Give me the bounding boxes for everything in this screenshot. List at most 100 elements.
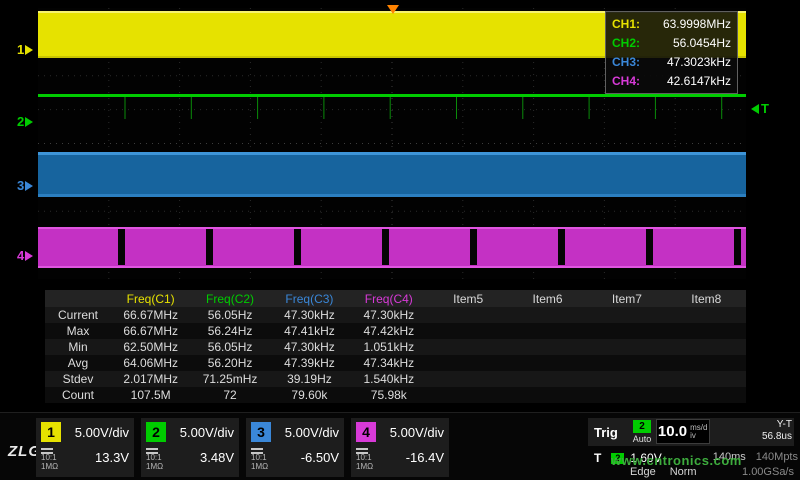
watermark: www.cntronics.com — [611, 453, 742, 468]
trigger-sweep-label: Auto — [630, 434, 654, 444]
probe-ratio: 10:1 — [146, 453, 163, 462]
channel-1-position-marker[interactable]: 1 — [17, 42, 33, 57]
channel-detail-row: 10:11MΩ -6.50V — [251, 443, 339, 471]
overlay-frequency-value: 56.0454Hz — [673, 36, 731, 50]
measurement-cell — [508, 387, 587, 403]
channel-3-position-marker[interactable]: 3 — [17, 178, 33, 193]
t-label: T — [594, 451, 601, 465]
measurement-cell: 79.60k — [270, 387, 349, 403]
column-header-item7[interactable]: Item7 — [587, 290, 666, 307]
probe-info: 10:11MΩ — [146, 443, 163, 471]
ch4-trace — [38, 227, 746, 268]
measurement-cell — [587, 339, 666, 355]
overlay-frequency-value: 63.9998MHz — [663, 17, 731, 31]
channel-4-position-marker[interactable]: 4 — [17, 248, 33, 263]
probe-info: 10:11MΩ — [251, 443, 268, 471]
measurement-cell — [587, 307, 666, 323]
table-corner-cell — [45, 290, 111, 307]
vertical-scale: 5.00V/div — [390, 425, 444, 440]
column-header-freq(c2)[interactable]: Freq(C2) — [190, 290, 269, 307]
status-bar: ZLG® 15.00V/div10:11MΩ13.3V25.00V/div10:… — [0, 412, 800, 480]
table-row-max: Max66.67MHz56.24Hz47.41kHz47.42kHz — [45, 323, 746, 339]
overlay-row: CH1: 63.9998MHz — [612, 14, 731, 33]
trigger-status-area: Trig 2 Auto 10.0 ms/div Y-T 56.8us T 2 1… — [588, 418, 800, 478]
right-arrow-icon — [25, 117, 33, 127]
measurement-cell: 56.05Hz — [190, 339, 269, 355]
measurement-table: Freq(C1)Freq(C2)Freq(C3)Freq(C4)Item5Ite… — [45, 290, 746, 403]
vertical-offset: -6.50V — [301, 450, 339, 465]
channel-detail-row: 10:11MΩ13.3V — [41, 443, 129, 471]
measurement-cell: 1.051kHz — [349, 339, 428, 355]
measurement-cell: 66.67MHz — [111, 323, 190, 339]
timebase-control[interactable]: 10.0 ms/div — [656, 419, 710, 444]
trigger-source-control[interactable]: 2 Auto — [630, 420, 654, 444]
channel-scale-row: 4 5.00V/div — [356, 422, 444, 442]
measurement-cell: 56.24Hz — [190, 323, 269, 339]
frequency-measure-overlay: CH1: 63.9998MHz CH2: 56.0454Hz CH3:47.3023kH… — [605, 11, 738, 94]
channel-3-settings-box[interactable]: 35.00V/div10:11MΩ-6.50V — [246, 418, 344, 477]
dc-coupling-icon — [356, 448, 368, 450]
horizontal-delay: 56.8us — [762, 431, 792, 443]
trigger-level-marker[interactable]: T — [751, 101, 769, 116]
overlay-frequency-value: 47.3023kHz — [667, 55, 731, 69]
channel-number-badge: 2 — [146, 422, 166, 442]
channel-scale-row: 15.00V/div — [41, 422, 129, 442]
right-arrow-icon — [25, 181, 33, 191]
vertical-scale: 5.00V/div — [75, 425, 129, 440]
measurement-cell — [428, 323, 507, 339]
column-header-item5[interactable]: Item5 — [428, 290, 507, 307]
column-header-freq(c3)[interactable]: Freq(C3) — [270, 290, 349, 307]
table-row-min: Min62.50MHz56.05Hz47.30kHz1.051kHz — [45, 339, 746, 355]
measurement-cell: 47.34kHz — [349, 355, 428, 371]
column-header-item6[interactable]: Item6 — [508, 290, 587, 307]
column-header-freq(c1)[interactable]: Freq(C1) — [111, 290, 190, 307]
trigger-row: Trig 2 Auto 10.0 ms/div Y-T 56.8us — [588, 418, 794, 446]
table-header-row: Freq(C1)Freq(C2)Freq(C3)Freq(C4)Item5Ite… — [45, 290, 746, 307]
measurement-cell — [508, 355, 587, 371]
input-impedance: 1MΩ — [146, 462, 163, 471]
trig-label: Trig — [594, 425, 618, 440]
channel-number-badge: 4 — [356, 422, 376, 442]
table-row-avg: Avg64.06MHz56.20Hz47.39kHz47.34kHz — [45, 355, 746, 371]
column-header-item8[interactable]: Item8 — [667, 290, 746, 307]
column-header-freq(c4)[interactable]: Freq(C4) — [349, 290, 428, 307]
measurement-cell — [667, 339, 746, 355]
input-impedance: 1MΩ — [251, 462, 268, 471]
measurement-cell: 72 — [190, 387, 269, 403]
row-label: Avg — [45, 355, 111, 371]
measurement-cell: 62.50MHz — [111, 339, 190, 355]
waveform-display[interactable]: CH1: 63.9998MHz CH2: 56.0454Hz CH3:47.3023kH… — [38, 8, 746, 279]
overlay-channel-label: CH1: — [612, 17, 640, 31]
input-impedance: 1MΩ — [41, 462, 58, 471]
memory-depth: 140Mpts — [756, 451, 798, 463]
ch3-trace — [38, 152, 746, 197]
row-label: Count — [45, 387, 111, 403]
overlay-row: CH4:42.6147kHz — [612, 71, 731, 90]
vertical-offset: 13.3V — [95, 450, 129, 465]
channel-detail-row: 10:11MΩ-16.4V — [356, 443, 444, 471]
measurement-cell — [508, 307, 587, 323]
channel-2-position-marker[interactable]: 2 — [17, 114, 33, 129]
measurement-cell — [428, 355, 507, 371]
measurement-cell: 39.19Hz — [270, 371, 349, 387]
dc-coupling-icon — [146, 448, 158, 450]
measurement-cell — [428, 387, 507, 403]
trigger-source-badge: 2 — [633, 420, 651, 433]
channel-detail-row: 10:11MΩ3.48V — [146, 443, 234, 471]
row-label: Min — [45, 339, 111, 355]
measurement-cell: 47.30kHz — [270, 307, 349, 323]
measurement-cell: 1.540kHz — [349, 371, 428, 387]
timebase-value: 10.0 — [658, 423, 687, 440]
row-label: Max — [45, 323, 111, 339]
channel-2-settings-box[interactable]: 25.00V/div10:11MΩ3.48V — [141, 418, 239, 477]
overlay-row: CH3:47.3023kHz — [612, 52, 731, 71]
measurement-cell: 47.30kHz — [349, 307, 428, 323]
channel-1-settings-box[interactable]: 15.00V/div10:11MΩ13.3V — [36, 418, 134, 477]
overlay-channel-label: CH2: — [612, 36, 640, 50]
channel-4-settings-box[interactable]: 4 5.00V/div 10:11MΩ-16.4V — [351, 418, 449, 477]
right-arrow-icon — [25, 45, 33, 55]
trigger-position-marker[interactable] — [387, 5, 399, 14]
measurement-cell: 64.06MHz — [111, 355, 190, 371]
probe-ratio: 10:1 — [356, 453, 373, 462]
measurement-cell — [428, 371, 507, 387]
